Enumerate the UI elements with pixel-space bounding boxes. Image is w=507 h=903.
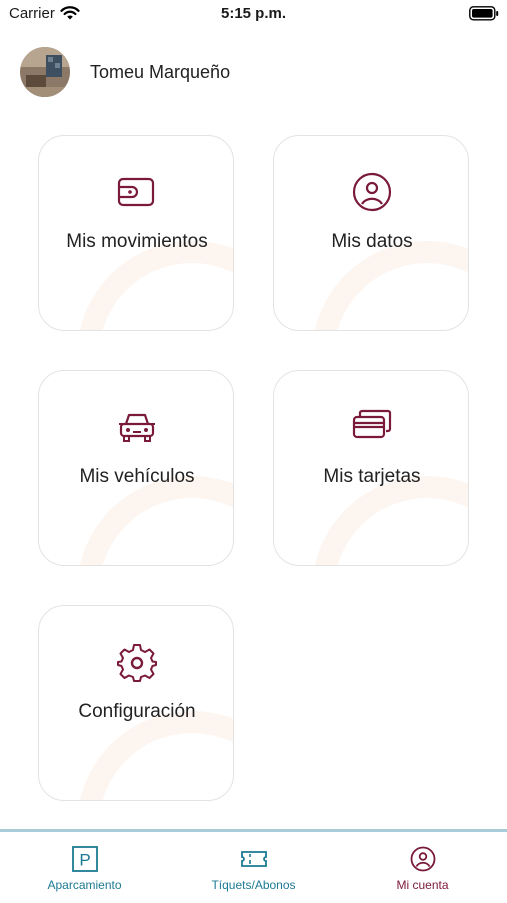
tab-aparcamiento[interactable]: P Aparcamiento: [0, 832, 169, 903]
avatar-photo: [20, 47, 70, 97]
card-decoration: [312, 476, 468, 565]
menu-card-label: Mis movimientos: [66, 231, 208, 252]
user-circle-icon: [410, 846, 436, 872]
menu-card-label: Mis vehículos: [79, 466, 195, 487]
user-name: Tomeu Marqueño: [90, 62, 231, 82]
card-decoration: [77, 476, 233, 565]
card-decoration: [77, 241, 233, 330]
battery-icon: [469, 6, 499, 21]
user-circle-icon: [352, 172, 392, 212]
gear-icon: [117, 644, 157, 682]
parking-icon: P: [72, 846, 98, 872]
menu-card-tarjetas[interactable]: Mis tarjetas: [273, 370, 469, 566]
menu-card-datos[interactable]: Mis datos: [273, 135, 469, 331]
tab-label: Mi cuenta: [396, 878, 449, 892]
status-bar: Carrier 5:15 p.m.: [0, 0, 507, 30]
card-decoration: [77, 711, 233, 800]
car-icon: [119, 413, 155, 442]
menu-card-movimientos[interactable]: Mis movimientos: [38, 135, 234, 331]
menu-card-label: Mis tarjetas: [323, 466, 421, 487]
menu-card-vehiculos[interactable]: Mis vehículos: [38, 370, 234, 566]
menu-card-configuracion[interactable]: Configuración: [38, 605, 234, 801]
cards-icon: [352, 409, 392, 439]
tab-label: Tíquets/Abonos: [211, 878, 296, 892]
status-time: 5:15 p.m.: [220, 5, 287, 22]
menu-card-label: Configuración: [78, 701, 196, 722]
menu-card-label: Mis datos: [331, 231, 413, 252]
wallet-icon: [117, 177, 155, 207]
tab-tiquets-abonos[interactable]: Tíquets/Abonos: [169, 832, 338, 903]
tab-bar: P Aparcamiento Tíquets/Abonos Mi cuenta: [0, 829, 507, 903]
ticket-icon: [241, 851, 267, 867]
card-decoration: [312, 241, 468, 330]
tab-label: Aparcamiento: [47, 878, 122, 892]
svg-text:P: P: [79, 851, 90, 870]
tab-mi-cuenta[interactable]: Mi cuenta: [338, 832, 507, 903]
avatar[interactable]: [20, 47, 70, 97]
